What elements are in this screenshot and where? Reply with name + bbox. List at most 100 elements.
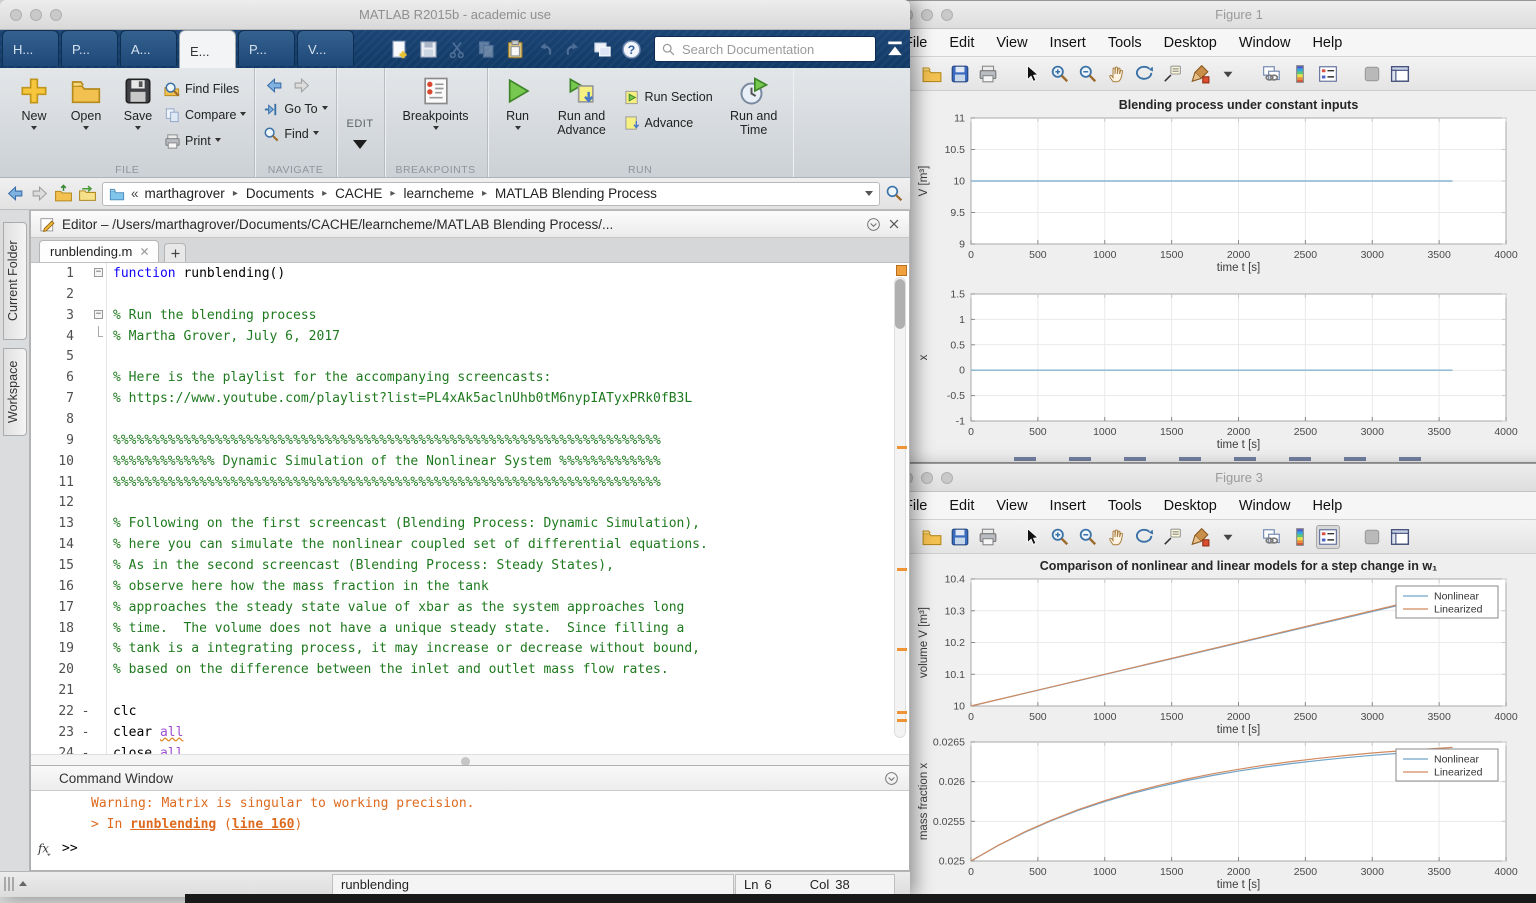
- toolstrip-tab-2[interactable]: A...: [120, 30, 177, 66]
- data-cursor-icon[interactable]: [1160, 525, 1184, 549]
- new-tab-button[interactable]: [164, 243, 186, 262]
- hide-plot-tools-icon[interactable]: [1360, 525, 1384, 549]
- pointer-icon[interactable]: [1020, 525, 1044, 549]
- undo-icon[interactable]: [534, 39, 555, 60]
- breadcrumb-item[interactable]: Documents: [246, 186, 314, 201]
- switch-windows-icon[interactable]: [592, 39, 613, 60]
- pointer-icon[interactable]: [1020, 62, 1044, 86]
- search-folder-icon[interactable]: [885, 184, 904, 203]
- current-function-field[interactable]: runblending: [332, 874, 734, 895]
- show-plot-tools-icon[interactable]: [1388, 62, 1412, 86]
- pan-icon[interactable]: [1104, 525, 1128, 549]
- code-line[interactable]: 21: [31, 680, 909, 701]
- link-plots-icon[interactable]: [1260, 525, 1284, 549]
- command-prompt[interactable]: >>: [62, 841, 78, 856]
- up-one-level-icon[interactable]: [54, 184, 73, 203]
- save-qa-icon[interactable]: [418, 39, 439, 60]
- new-button[interactable]: New: [8, 74, 60, 133]
- code-line[interactable]: 23-clear all: [31, 722, 909, 743]
- data-cursor-icon[interactable]: [1160, 62, 1184, 86]
- code-line[interactable]: 15% As in the second screencast (Blendin…: [31, 555, 909, 576]
- fig-print-icon[interactable]: [976, 525, 1000, 549]
- code-line[interactable]: 18% time. The volume does not have a uni…: [31, 618, 909, 639]
- menu-view[interactable]: View: [996, 498, 1027, 514]
- menu-desktop[interactable]: Desktop: [1164, 498, 1217, 514]
- code-line[interactable]: 14% here you can simulate the nonlinear …: [31, 534, 909, 555]
- copy-icon[interactable]: [476, 39, 497, 60]
- menu-insert[interactable]: Insert: [1050, 35, 1086, 51]
- warning-marker[interactable]: [897, 719, 907, 722]
- workspace-tab[interactable]: Workspace: [3, 348, 27, 436]
- collapse-toolstrip-icon[interactable]: [884, 38, 906, 60]
- rotate-3d-icon[interactable]: [1132, 525, 1156, 549]
- back-icon[interactable]: [6, 184, 25, 203]
- message-indicator[interactable]: [896, 265, 907, 276]
- runblending-link[interactable]: runblending: [130, 817, 216, 832]
- edit-section-collapsed[interactable]: EDIT: [337, 68, 385, 177]
- print-button[interactable]: Print: [164, 130, 246, 152]
- save-button[interactable]: Save: [112, 74, 164, 133]
- panel-menu-icon[interactable]: [884, 771, 899, 786]
- code-line[interactable]: 20% based on the difference between the …: [31, 659, 909, 680]
- fig-print-icon[interactable]: [976, 62, 1000, 86]
- menu-window[interactable]: Window: [1239, 35, 1291, 51]
- paste-icon[interactable]: [505, 39, 526, 60]
- warning-marker[interactable]: [897, 711, 907, 714]
- line-160-link[interactable]: line 160: [232, 817, 295, 832]
- code-line[interactable]: 3−% Run the blending process: [31, 305, 909, 326]
- tab-close-icon[interactable]: [139, 246, 150, 257]
- hide-plot-tools-icon[interactable]: [1360, 62, 1384, 86]
- find-button[interactable]: Find: [263, 123, 327, 145]
- code-line[interactable]: 11%%%%%%%%%%%%%%%%%%%%%%%%%%%%%%%%%%%%%%…: [31, 472, 909, 493]
- breadcrumb[interactable]: « marthagrover▸Documents▸CACHE▸learnchem…: [102, 182, 880, 206]
- code-line[interactable]: 22-clc: [31, 701, 909, 722]
- editor-vertical-scrollbar[interactable]: [894, 277, 906, 738]
- breadcrumb-item[interactable]: MATLAB Blending Process: [495, 186, 657, 201]
- code-line[interactable]: 6% Here is the playlist for the accompan…: [31, 367, 909, 388]
- brush-icon[interactable]: [1188, 525, 1212, 549]
- redo-icon[interactable]: [563, 39, 584, 60]
- browse-for-folder-icon[interactable]: [78, 184, 97, 203]
- current-folder-tab[interactable]: Current Folder: [3, 222, 27, 340]
- fig-save-icon[interactable]: [948, 525, 972, 549]
- search-documentation-box[interactable]: [654, 36, 876, 62]
- compare-button[interactable]: Compare: [164, 104, 246, 126]
- cut-icon[interactable]: [447, 39, 468, 60]
- zoom-out-icon[interactable]: [1076, 62, 1100, 86]
- toolstrip-tab-5[interactable]: V...: [297, 30, 354, 66]
- statusbar-grip[interactable]: [4, 877, 27, 891]
- code-line[interactable]: 2: [31, 284, 909, 305]
- menu-tools[interactable]: Tools: [1108, 498, 1142, 514]
- run-and-advance-button[interactable]: Run and Advance: [550, 74, 614, 137]
- brush-icon[interactable]: [1188, 62, 1212, 86]
- forward-icon[interactable]: [292, 76, 311, 95]
- breakpoints-button[interactable]: Breakpoints: [393, 74, 479, 133]
- menu-insert[interactable]: Insert: [1050, 498, 1086, 514]
- breadcrumb-item[interactable]: learncheme: [403, 186, 474, 201]
- menu-edit[interactable]: Edit: [949, 35, 974, 51]
- search-documentation-input[interactable]: [680, 41, 869, 58]
- breadcrumb-item[interactable]: marthagrover: [145, 186, 225, 201]
- code-line[interactable]: 24-close all: [31, 743, 909, 754]
- close-panel-icon[interactable]: [887, 217, 901, 231]
- code-line[interactable]: 8: [31, 409, 909, 430]
- warning-marker[interactable]: [897, 648, 907, 651]
- toolstrip-tab-1[interactable]: P...: [61, 30, 118, 66]
- forward-icon[interactable]: [30, 184, 49, 203]
- link-plots-icon[interactable]: [1260, 62, 1284, 86]
- code-line[interactable]: 19% tank is a integrating process, it ma…: [31, 638, 909, 659]
- fig-save-icon[interactable]: [948, 62, 972, 86]
- code-line[interactable]: 16% observe here how the mass fraction i…: [31, 576, 909, 597]
- run-button[interactable]: Run: [496, 74, 540, 137]
- tab-runblending[interactable]: runblending.m: [39, 240, 159, 262]
- code-line[interactable]: 5: [31, 346, 909, 367]
- caret-down-icon[interactable]: [1216, 525, 1240, 549]
- fig-open-icon[interactable]: [920, 525, 944, 549]
- menu-window[interactable]: Window: [1239, 498, 1291, 514]
- code-line[interactable]: 9%%%%%%%%%%%%%%%%%%%%%%%%%%%%%%%%%%%%%%%…: [31, 430, 909, 451]
- find-files-button[interactable]: Find Files: [164, 78, 246, 100]
- chevron-down-icon[interactable]: [865, 191, 873, 200]
- code-line[interactable]: 7% https://www.youtube.com/playlist?list…: [31, 388, 909, 409]
- back-icon[interactable]: [265, 76, 284, 95]
- code-area[interactable]: 1−function runblending()23−% Run the ble…: [31, 263, 909, 754]
